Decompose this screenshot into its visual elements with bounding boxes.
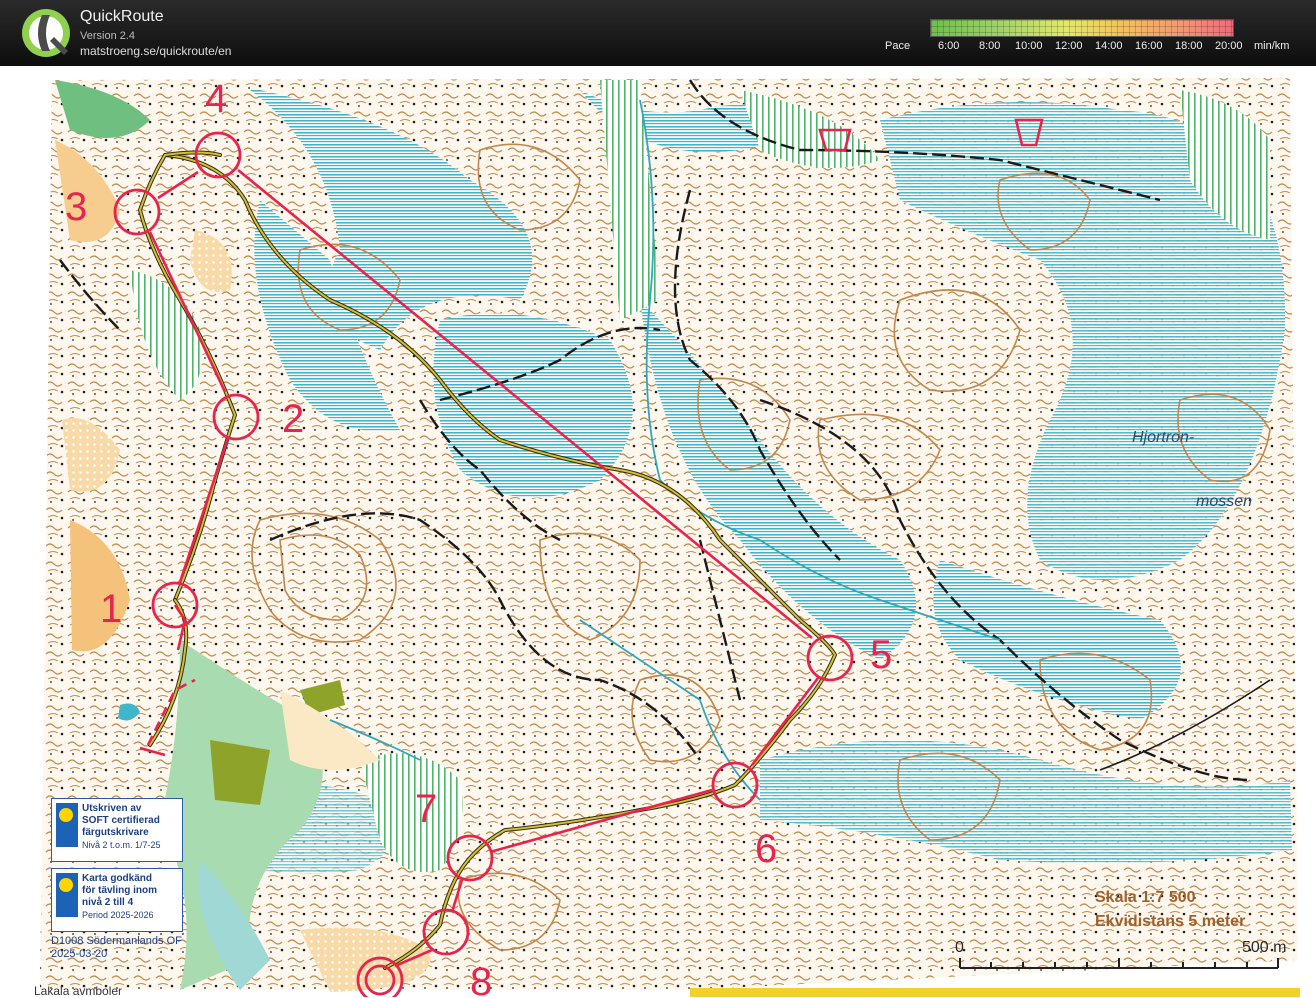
map-terrain [40, 78, 1298, 992]
pace-tick: 18:00 [1175, 40, 1203, 52]
svensk-orientering-emblem-icon [56, 873, 78, 917]
control-number-3: 3 [65, 185, 87, 229]
svensk-orientering-emblem-icon [56, 803, 78, 847]
pace-tick: 10:00 [1015, 40, 1043, 52]
pace-tick: 14:00 [1095, 40, 1123, 52]
app-header: QuickRoute Version 2.4 matstroeng.se/qui… [0, 0, 1316, 66]
soft-certified-badge: Utskriven av SOFT certifierad färgutskri… [51, 798, 183, 862]
pace-tick: 16:00 [1135, 40, 1163, 52]
pace-label: Pace [885, 40, 911, 52]
map-scale: Skala 1:7 500 [1095, 889, 1196, 906]
control-number-4: 4 [205, 77, 227, 121]
quickroute-logo-icon [22, 9, 70, 57]
club-name: D1008 Södermanlands OF [51, 935, 182, 947]
badge1-line2: SOFT certifierad [82, 815, 160, 826]
badge1-line3: färgutskrivare [82, 827, 149, 838]
map-edge-strip [690, 988, 1300, 997]
scale-bar-start: 0 [955, 939, 964, 956]
badge1-line1: Utskriven av [82, 803, 142, 814]
pace-tick: 6:00 [938, 40, 960, 52]
badge1-line4: Nivå 2 t.o.m. 1/7-25 [82, 840, 161, 850]
badge2-line4: Period 2025-2026 [82, 910, 154, 920]
control-number-2: 2 [282, 397, 304, 441]
app-title: QuickRoute [80, 8, 164, 25]
badge2-line3: nivå 2 till 4 [82, 897, 134, 908]
pace-unit: min/km [1254, 40, 1290, 52]
place-name-line1: Hjortron- [1132, 429, 1194, 446]
control-number-5: 5 [870, 633, 892, 677]
badge2-line2: för tävling inom [82, 885, 157, 896]
scale-bar-end: 500 m [1242, 939, 1286, 956]
control-number-8: 8 [470, 960, 492, 997]
map-canvas[interactable]: 1 2 3 4 5 6 7 8 Hjortron- mossen Skala 1… [0, 66, 1316, 997]
control-number-6: 6 [755, 827, 777, 871]
map-date: 2025-03-20 [51, 948, 108, 960]
pace-tick: 12:00 [1055, 40, 1083, 52]
club-info: D1008 Södermanlands OF 2025-03-20 [51, 935, 182, 961]
control-number-7: 7 [415, 787, 437, 831]
app-version: Version 2.4 [80, 30, 136, 42]
contour-interval: Ekvidistans 5 meter [1095, 913, 1245, 930]
badge2-line1: Karta godkänd [82, 873, 153, 884]
control-number-1: 1 [100, 587, 122, 631]
map-approved-badge: Karta godkänd för tävling inom nivå 2 ti… [51, 868, 183, 932]
pace-tick: 8:00 [979, 40, 1001, 52]
place-name-line2: mossen [1196, 493, 1252, 510]
orienteering-map[interactable]: 1 2 3 4 5 6 7 8 Hjortron- mossen Skala 1… [0, 66, 1316, 997]
pace-tick: 20:00 [1215, 40, 1243, 52]
app-url[interactable]: matstroeng.se/quickroute/en [80, 44, 231, 58]
pace-color-scale [930, 19, 1234, 37]
bottom-map-text: Lakala avmboler [34, 984, 123, 998]
